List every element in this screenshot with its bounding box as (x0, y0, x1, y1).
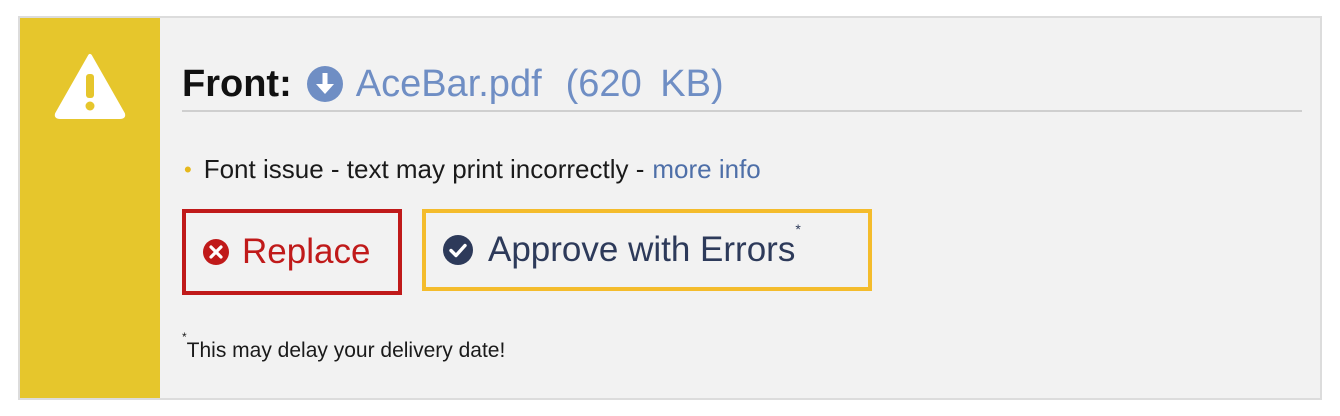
check-circle-icon (443, 235, 473, 265)
replace-button[interactable]: Replace (182, 209, 402, 295)
more-info-link[interactable]: more info (652, 154, 760, 185)
warning-triangle-icon (54, 54, 126, 119)
preflight-warning-card: Front: AceBar.pdf (620 KB) • Font issue … (18, 16, 1322, 400)
download-circle-icon[interactable] (306, 65, 344, 103)
warning-stripe (20, 18, 160, 398)
file-header: Front: AceBar.pdf (620 KB) (182, 58, 1302, 112)
approve-with-errors-button[interactable]: Approve with Errors* (422, 209, 872, 291)
page-side-label: Front: (182, 62, 292, 105)
issue-item: • Font issue - text may print incorrectl… (184, 154, 761, 185)
warning-content: Front: AceBar.pdf (620 KB) • Font issue … (182, 18, 1302, 398)
issue-text: Font issue - text may print incorrectly … (203, 154, 645, 184)
footnote-text: This may delay your delivery date! (186, 339, 506, 362)
replace-label: Replace (242, 232, 371, 271)
delivery-footnote: *This may delay your delivery date! (182, 330, 506, 363)
file-download-link[interactable]: AceBar.pdf (356, 63, 542, 106)
approve-label-text: Approve with Errors (488, 230, 796, 269)
footnote-marker: * (182, 330, 187, 344)
approve-label: Approve with Errors* (488, 221, 801, 270)
file-size: (620 KB) (565, 62, 724, 105)
approve-footnote-marker: * (795, 221, 801, 238)
bullet-icon: • (184, 156, 192, 182)
x-circle-icon (203, 239, 229, 265)
